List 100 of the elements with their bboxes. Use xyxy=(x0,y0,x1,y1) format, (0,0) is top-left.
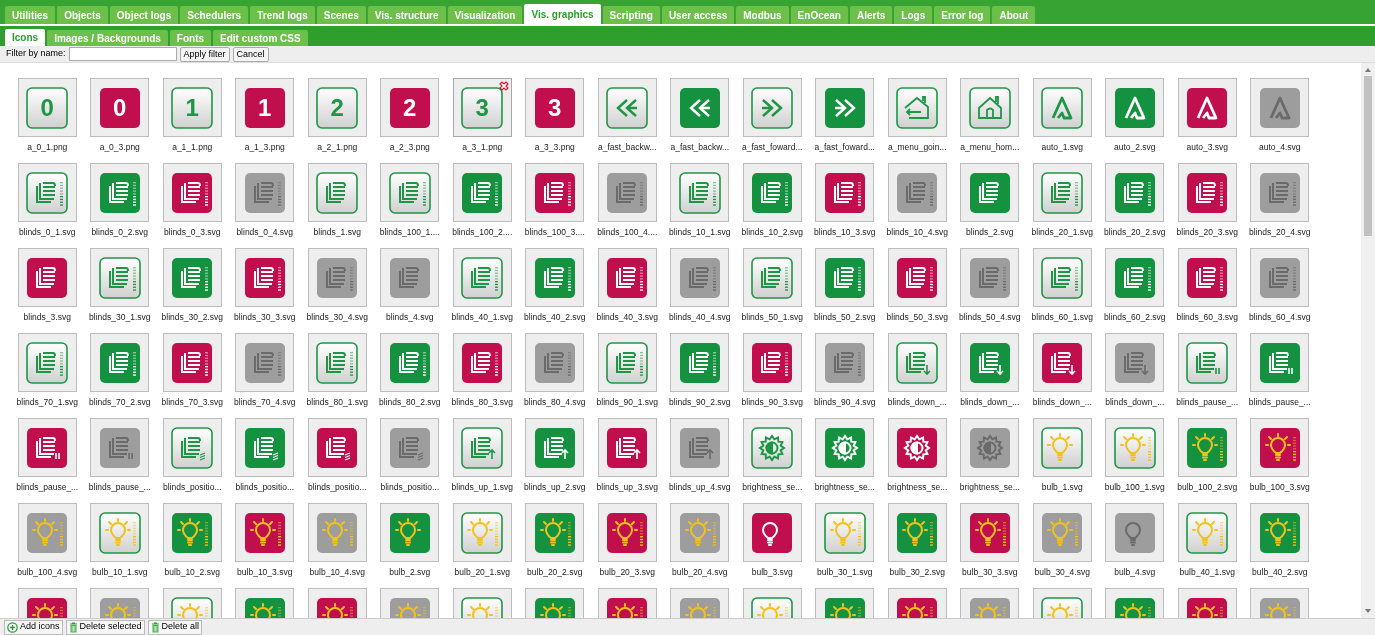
icon-tile[interactable] xyxy=(17,503,77,562)
icon-tile[interactable] xyxy=(1250,333,1310,392)
tab[interactable]: Vis. graphics xyxy=(524,4,601,24)
icon-tile[interactable] xyxy=(525,503,585,562)
icon-tile[interactable] xyxy=(380,333,440,392)
icon-tile[interactable] xyxy=(452,418,512,477)
filter-input[interactable] xyxy=(68,47,177,61)
filter-button[interactable]: Apply filter xyxy=(179,46,230,62)
icon-tile[interactable] xyxy=(960,418,1020,477)
icon-tile[interactable] xyxy=(597,163,657,222)
tab[interactable]: Trend logs xyxy=(250,6,315,24)
scrollbar[interactable] xyxy=(1361,63,1375,618)
scrollbar-thumb[interactable] xyxy=(1364,76,1372,236)
icon-tile[interactable]: 2 xyxy=(380,78,440,137)
icon-tile[interactable] xyxy=(597,248,657,307)
icon-tile[interactable] xyxy=(17,333,77,392)
icon-tile[interactable] xyxy=(1105,333,1165,392)
icon-tile[interactable] xyxy=(1105,503,1165,562)
scroll-up-icon[interactable] xyxy=(1364,66,1372,74)
icon-tile[interactable] xyxy=(235,418,295,477)
icon-tile[interactable] xyxy=(1032,163,1092,222)
icon-tile[interactable] xyxy=(525,418,585,477)
icon-tile[interactable] xyxy=(1177,333,1237,392)
icon-tile[interactable] xyxy=(380,163,440,222)
icon-tile[interactable] xyxy=(1177,78,1237,137)
tab[interactable]: Schedulers xyxy=(180,6,249,24)
icon-tile[interactable] xyxy=(815,248,875,307)
icon-tile[interactable] xyxy=(1032,418,1092,477)
icon-tile[interactable] xyxy=(1177,248,1237,307)
tab[interactable]: Utilities xyxy=(5,6,56,24)
tab[interactable]: Object logs xyxy=(109,6,179,24)
icon-tile[interactable] xyxy=(815,503,875,562)
icon-tile[interactable] xyxy=(525,248,585,307)
icon-tile[interactable] xyxy=(815,333,875,392)
icon-tile[interactable]: 2 xyxy=(307,78,367,137)
icon-tile[interactable] xyxy=(17,163,77,222)
toolbar-button[interactable]: Delete selected xyxy=(65,619,145,635)
icon-tile[interactable] xyxy=(742,78,802,137)
icon-tile[interactable] xyxy=(90,163,150,222)
icon-tile[interactable] xyxy=(887,78,947,137)
icon-tile[interactable] xyxy=(1250,248,1310,307)
icon-tile[interactable] xyxy=(452,503,512,562)
icon-tile[interactable] xyxy=(1032,248,1092,307)
icon-tile[interactable] xyxy=(1032,503,1092,562)
icon-tile[interactable] xyxy=(90,248,150,307)
icon-tile[interactable] xyxy=(742,503,802,562)
icon-tile[interactable] xyxy=(815,78,875,137)
icon-tile[interactable] xyxy=(1105,78,1165,137)
icon-tile[interactable] xyxy=(307,163,367,222)
icon-tile[interactable] xyxy=(307,503,367,562)
icon-tile[interactable] xyxy=(1105,163,1165,222)
icon-tile[interactable] xyxy=(960,503,1020,562)
icon-tile[interactable] xyxy=(742,248,802,307)
tab[interactable]: User access xyxy=(661,6,735,24)
icon-tile[interactable]: 3 xyxy=(452,78,512,137)
icon-tile[interactable] xyxy=(380,503,440,562)
tab[interactable]: Error log xyxy=(934,6,991,24)
icon-tile[interactable] xyxy=(235,503,295,562)
icon-tile[interactable] xyxy=(670,78,730,137)
icon-tile[interactable] xyxy=(235,333,295,392)
icon-tile[interactable] xyxy=(452,248,512,307)
icon-tile[interactable] xyxy=(597,333,657,392)
icon-tile[interactable] xyxy=(452,333,512,392)
icon-tile[interactable] xyxy=(960,248,1020,307)
tab[interactable]: Visualization xyxy=(447,6,523,24)
icon-tile[interactable]: 1 xyxy=(162,78,222,137)
icon-tile[interactable] xyxy=(597,503,657,562)
icon-tile[interactable] xyxy=(525,163,585,222)
icon-tile[interactable] xyxy=(235,248,295,307)
tab[interactable]: Vis. structure xyxy=(367,6,446,24)
icon-tile[interactable] xyxy=(815,418,875,477)
icon-tile[interactable] xyxy=(960,333,1020,392)
icon-tile[interactable] xyxy=(1250,78,1310,137)
icon-tile[interactable] xyxy=(1250,503,1310,562)
filter-button[interactable]: Cancel xyxy=(232,46,269,62)
tab[interactable]: Edit custom CSS xyxy=(213,30,308,46)
icon-tile[interactable] xyxy=(1177,503,1237,562)
icon-tile[interactable] xyxy=(670,503,730,562)
icon-tile[interactable] xyxy=(162,248,222,307)
icon-tile[interactable] xyxy=(597,78,657,137)
icon-tile[interactable] xyxy=(380,248,440,307)
icon-tile[interactable] xyxy=(815,163,875,222)
icon-tile[interactable]: 3 xyxy=(525,78,585,137)
toolbar-button[interactable]: Delete all xyxy=(147,619,203,635)
tab[interactable]: Alerts xyxy=(849,6,893,24)
icon-tile[interactable] xyxy=(887,163,947,222)
icon-tile[interactable] xyxy=(1250,163,1310,222)
tab[interactable]: About xyxy=(992,6,1036,24)
icon-tile[interactable] xyxy=(670,418,730,477)
icon-tile[interactable] xyxy=(525,333,585,392)
icon-tile[interactable] xyxy=(17,418,77,477)
icon-tile[interactable] xyxy=(597,418,657,477)
icon-tile[interactable] xyxy=(670,163,730,222)
icon-tile[interactable] xyxy=(1032,333,1092,392)
icon-tile[interactable] xyxy=(1177,418,1237,477)
tab[interactable]: Images / Backgrounds xyxy=(47,30,168,46)
icon-tile[interactable]: 1 xyxy=(235,78,295,137)
icon-tile[interactable] xyxy=(307,333,367,392)
icon-tile[interactable] xyxy=(887,418,947,477)
tab[interactable]: Modbus xyxy=(736,6,789,24)
